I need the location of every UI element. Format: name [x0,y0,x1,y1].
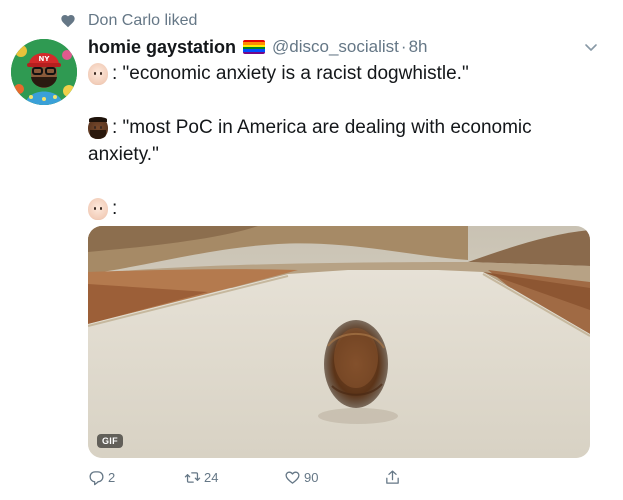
like-button[interactable]: 90 [284,466,318,488]
reply-count: 2 [108,469,116,485]
reply-icon [89,470,104,485]
tweet-line: anxiety." [88,141,608,168]
heart-icon [60,13,76,29]
retweet-icon [184,471,201,483]
avatar[interactable]: NY [11,39,77,105]
author-handle[interactable]: @disco_socialist [272,37,399,57]
gif-badge: GIF [97,434,123,448]
chevron-down-icon[interactable] [583,39,599,55]
tweet-line-text: : "economic anxiety is a racist dogwhist… [112,63,469,84]
light-skin-face-emoji-icon [88,198,108,220]
reply-button[interactable]: 2 [88,466,115,488]
social-context[interactable]: Don Carlo liked [60,10,197,32]
separator-dot: · [400,37,407,56]
like-count: 90 [304,469,319,485]
tweet-line: : "economic anxiety is a racist dogwhist… [88,60,608,87]
share-icon [386,469,399,484]
author-name[interactable]: homie gaystation [88,37,236,58]
tweet-line: : "most PoC in America are dealing with … [88,114,608,141]
gif-media[interactable]: GIF [88,226,590,458]
light-skin-face-emoji-icon [88,63,108,85]
tweet-actions: 2 24 90 [88,466,418,488]
tweet-header: homie gaystation @disco_socialist · 8h [88,35,603,59]
timestamp[interactable]: 8h [409,37,428,57]
tweet-text: : "economic anxiety is a racist dogwhist… [88,60,608,222]
social-context-label: Don Carlo liked [88,12,198,29]
tweet-line-text: : [112,198,118,219]
dark-skin-bearded-face-emoji-icon [88,117,108,139]
heart-outline-icon [285,471,300,484]
retweet-count: 24 [204,469,219,485]
share-button[interactable] [384,466,404,488]
tweet-line-text: anxiety." [88,144,159,165]
svg-text:NY: NY [39,55,51,63]
tweet-line: : [88,195,608,222]
rainbow-flag-icon [243,40,266,54]
tweet-line-text: : "most PoC in America are dealing with … [112,117,532,138]
retweet-button[interactable]: 24 [184,466,218,488]
